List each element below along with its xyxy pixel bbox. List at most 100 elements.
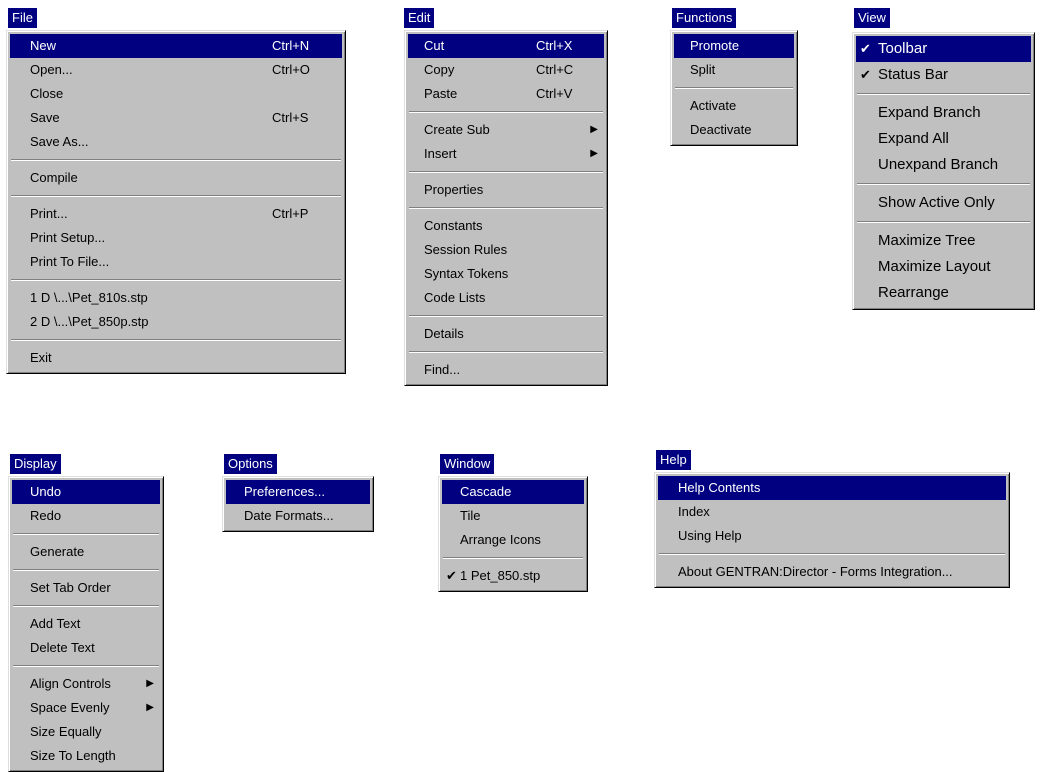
- display-menu-item-align-controls[interactable]: Align Controls ▶: [12, 672, 160, 696]
- menu-item-label: Status Bar: [878, 66, 949, 83]
- help-menu-item-help-contents[interactable]: Help Contents: [658, 476, 1006, 500]
- menu-separator: [409, 351, 603, 353]
- menu-item-label: Close: [30, 86, 64, 101]
- menu-title-edit[interactable]: Edit: [404, 8, 435, 28]
- functions-menu-item-activate[interactable]: Activate: [674, 94, 794, 118]
- edit-menu-item-syntax-tokens[interactable]: Syntax Tokens: [408, 262, 604, 286]
- menu-separator: [11, 159, 341, 161]
- display-menu-item-set-tab-order[interactable]: Set Tab Order: [12, 576, 160, 600]
- menu-item-label: Copy: [424, 62, 455, 77]
- view-menu-item-toolbar[interactable]: ✔ Toolbar: [856, 36, 1031, 62]
- file-menu-item-new[interactable]: New Ctrl+N: [10, 34, 342, 58]
- edit-menu-item-paste[interactable]: Paste Ctrl+V: [408, 82, 604, 106]
- view-menu-item-expand-all[interactable]: Expand All: [856, 126, 1031, 152]
- menu-item-shortcut: Ctrl+N: [272, 38, 310, 53]
- menu-item-label: Size Equally: [30, 724, 102, 739]
- view-menu-item-show-active-only[interactable]: Show Active Only: [856, 190, 1031, 216]
- menu-title-file[interactable]: File: [8, 8, 37, 28]
- display-menu: Undo Redo Generate Set Tab Order Add Text Del…: [8, 476, 164, 772]
- menu-separator: [11, 195, 341, 197]
- help-menu-item-about-gentran-director-forms-integration[interactable]: About GENTRAN:Director - Forms Integrati…: [658, 560, 1006, 584]
- view-menu-item-expand-branch[interactable]: Expand Branch: [856, 100, 1031, 126]
- file-menu-item-1-d-pet-810s-stp[interactable]: 1 D \...\Pet_810s.stp: [10, 286, 342, 310]
- display-menu-item-delete-text[interactable]: Delete Text: [12, 636, 160, 660]
- display-menu-item-undo[interactable]: Undo: [12, 480, 160, 504]
- menu-item-label: Unexpand Branch: [878, 156, 999, 173]
- window-menu-item-arrange-icons[interactable]: Arrange Icons: [442, 528, 584, 552]
- check-icon: ✔: [860, 67, 871, 82]
- edit-menu-item-constants[interactable]: Constants: [408, 214, 604, 238]
- view-menu-item-maximize-layout[interactable]: Maximize Layout: [856, 254, 1031, 280]
- edit-menu-item-find[interactable]: Find...: [408, 358, 604, 382]
- menu-separator: [409, 171, 603, 173]
- view-menu-item-unexpand-branch[interactable]: Unexpand Branch: [856, 152, 1031, 178]
- file-menu-item-compile[interactable]: Compile: [10, 166, 342, 190]
- menu-title-display[interactable]: Display: [10, 454, 61, 474]
- help-menu-item-using-help[interactable]: Using Help: [658, 524, 1006, 548]
- edit-menu-item-insert[interactable]: Insert ▶: [408, 142, 604, 166]
- edit-menu-item-copy[interactable]: Copy Ctrl+C: [408, 58, 604, 82]
- menu-title-functions[interactable]: Functions: [672, 8, 737, 28]
- file-menu: New Ctrl+N Open... Ctrl+O Close Save Ctrl+S Sav…: [6, 30, 346, 374]
- menu-item-shortcut: Ctrl+P: [272, 206, 309, 221]
- menu-item-label: Save: [30, 110, 60, 125]
- menu-item-label: Index: [678, 504, 710, 519]
- menu-separator: [857, 93, 1030, 95]
- display-menu-item-size-to-length[interactable]: Size To Length: [12, 744, 160, 768]
- menu-item-label: Preferences...: [244, 484, 325, 499]
- file-menu-item-2-d-pet-850p-stp[interactable]: 2 D \...\Pet_850p.stp: [10, 310, 342, 334]
- file-menu-item-exit[interactable]: Exit: [10, 346, 342, 370]
- edit-menu-item-session-rules[interactable]: Session Rules: [408, 238, 604, 262]
- display-menu-item-size-equally[interactable]: Size Equally: [12, 720, 160, 744]
- view-menu-item-status-bar[interactable]: ✔ Status Bar: [856, 62, 1031, 88]
- menu-item-label: Exit: [30, 350, 52, 365]
- menu-item-label: Using Help: [678, 528, 742, 543]
- window-menu: Cascade Tile Arrange Icons ✔ 1 Pet_850.stp: [438, 476, 588, 592]
- file-menu-item-print-to-file[interactable]: Print To File...: [10, 250, 342, 274]
- menu-item-label: Arrange Icons: [460, 532, 541, 547]
- options-menu-item-preferences[interactable]: Preferences...: [226, 480, 370, 504]
- window-menu-item-tile[interactable]: Tile: [442, 504, 584, 528]
- file-menu-item-save[interactable]: Save Ctrl+S: [10, 106, 342, 130]
- menu-item-label: Expand All: [878, 130, 949, 147]
- menu-item-label: Tile: [460, 508, 481, 523]
- window-menu-item-cascade[interactable]: Cascade: [442, 480, 584, 504]
- menu-item-label: 1 D \...\Pet_810s.stp: [30, 290, 148, 305]
- edit-menu-item-cut[interactable]: Cut Ctrl+X: [408, 34, 604, 58]
- file-menu-item-close[interactable]: Close: [10, 82, 342, 106]
- display-menu-item-add-text[interactable]: Add Text: [12, 612, 160, 636]
- functions-menu-item-promote[interactable]: Promote: [674, 34, 794, 58]
- menu-title-options[interactable]: Options: [224, 454, 277, 474]
- file-menu-item-print-setup[interactable]: Print Setup...: [10, 226, 342, 250]
- edit-menu-item-create-sub[interactable]: Create Sub ▶: [408, 118, 604, 142]
- edit-menu-item-code-lists[interactable]: Code Lists: [408, 286, 604, 310]
- menu-item-label: Date Formats...: [244, 508, 334, 523]
- display-menu-item-space-evenly[interactable]: Space Evenly ▶: [12, 696, 160, 720]
- file-menu-item-open[interactable]: Open... Ctrl+O: [10, 58, 342, 82]
- menu-title-help[interactable]: Help: [656, 450, 691, 470]
- edit-menu-item-properties[interactable]: Properties: [408, 178, 604, 202]
- menu-item-label: Session Rules: [424, 242, 508, 257]
- options-menu-item-date-formats[interactable]: Date Formats...: [226, 504, 370, 528]
- menu-item-label: Promote: [690, 38, 740, 53]
- window-menu-item-1-pet-850-stp[interactable]: ✔ 1 Pet_850.stp: [442, 564, 584, 588]
- file-menu-item-print[interactable]: Print... Ctrl+P: [10, 202, 342, 226]
- menu-item-shortcut: Ctrl+V: [536, 86, 573, 101]
- view-menu-item-maximize-tree[interactable]: Maximize Tree: [856, 228, 1031, 254]
- functions-menu: Promote Split Activate Deactivate: [670, 30, 798, 146]
- help-menu-item-index[interactable]: Index: [658, 500, 1006, 524]
- view-menu-item-rearrange[interactable]: Rearrange: [856, 280, 1031, 306]
- display-menu-item-redo[interactable]: Redo: [12, 504, 160, 528]
- file-menu-item-save-as[interactable]: Save As...: [10, 130, 342, 154]
- menu-title-view[interactable]: View: [854, 8, 890, 28]
- functions-menu-item-deactivate[interactable]: Deactivate: [674, 118, 794, 142]
- display-menu-item-generate[interactable]: Generate: [12, 540, 160, 564]
- edit-menu-item-details[interactable]: Details: [408, 322, 604, 346]
- menu-separator: [13, 533, 159, 535]
- menu-title-window[interactable]: Window: [440, 454, 495, 474]
- menu-separator: [11, 279, 341, 281]
- menu-item-label: Properties: [424, 182, 484, 197]
- functions-menu-item-split[interactable]: Split: [674, 58, 794, 82]
- menu-separator: [11, 339, 341, 341]
- menu-item-label: 1 Pet_850.stp: [460, 568, 541, 583]
